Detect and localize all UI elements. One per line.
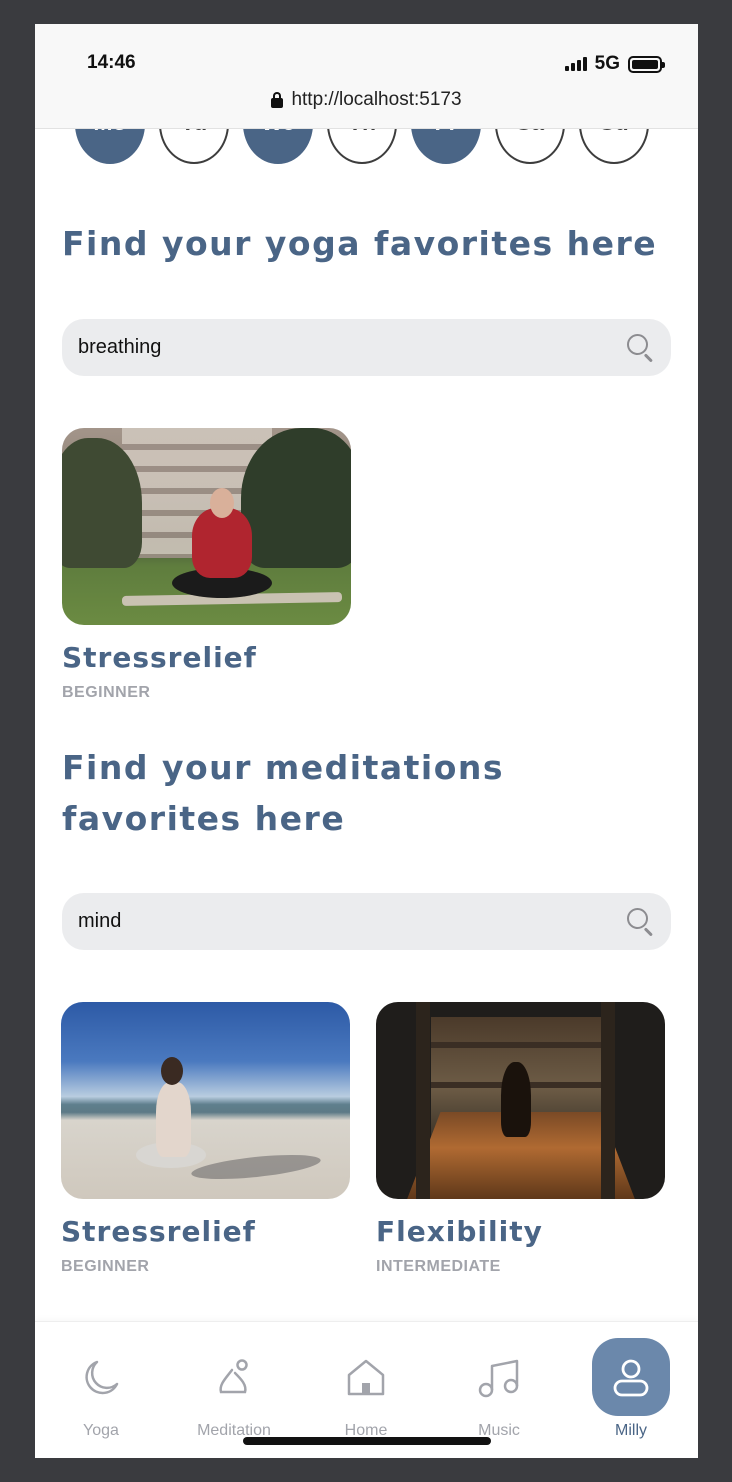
meditation-search-bar: [62, 893, 671, 950]
yoga-search-input[interactable]: [78, 336, 627, 359]
yoga-search-bar: [62, 319, 671, 376]
url-text: http://localhost:5173: [291, 89, 462, 110]
nav-label: Yoga: [83, 1422, 119, 1439]
nav-yoga[interactable]: Yoga: [46, 1322, 156, 1458]
system-indicators: 5G: [564, 53, 665, 75]
card-level: INTERMEDIATE: [376, 1258, 501, 1275]
nav-profile[interactable]: Milly: [576, 1322, 686, 1458]
meditation-result-card[interactable]: Stressrelief BEGINNER: [61, 1002, 350, 1276]
home-indicator: [243, 1437, 491, 1445]
search-icon[interactable]: [627, 333, 655, 362]
network-label: 5G: [594, 53, 620, 74]
yoga-result-card[interactable]: Stressrelief BEGINNER: [62, 428, 351, 702]
status-time: 14:46: [87, 52, 136, 73]
yoga-result-image[interactable]: [62, 428, 351, 625]
meditation-result-image[interactable]: [376, 1002, 665, 1199]
card-title: Stressrelief: [62, 641, 257, 674]
card-title: Stressrelief: [61, 1215, 256, 1248]
card-level: BEGINNER: [62, 684, 151, 701]
moon-icon: [79, 1356, 123, 1400]
music-icon: [477, 1356, 521, 1400]
meditation-result-image[interactable]: [61, 1002, 350, 1199]
meditation-favorites-heading: Find your meditations favorites here: [62, 748, 505, 838]
search-icon[interactable]: [627, 907, 655, 936]
card-title: Flexibility: [376, 1215, 543, 1248]
lock-icon: [271, 92, 284, 108]
profile-icon: [609, 1356, 653, 1400]
signal-icon: [564, 57, 587, 71]
meditation-icon: [212, 1356, 256, 1400]
nav-label: Milly: [615, 1422, 647, 1439]
home-icon: [344, 1356, 388, 1400]
address-bar[interactable]: http://localhost:5173: [35, 89, 698, 111]
meditation-result-card[interactable]: Flexibility INTERMEDIATE: [376, 1002, 665, 1276]
browser-status-bar: 14:46 5G http://localhost:5173: [35, 24, 698, 129]
battery-icon: [628, 55, 665, 73]
meditation-search-input[interactable]: [78, 910, 627, 933]
yoga-favorites-heading: Find your yoga favorites here: [62, 224, 658, 263]
card-level: BEGINNER: [61, 1258, 150, 1275]
phone-screen: 14:46 5G http://localhost:5173 Mo Tu We …: [35, 24, 698, 1458]
